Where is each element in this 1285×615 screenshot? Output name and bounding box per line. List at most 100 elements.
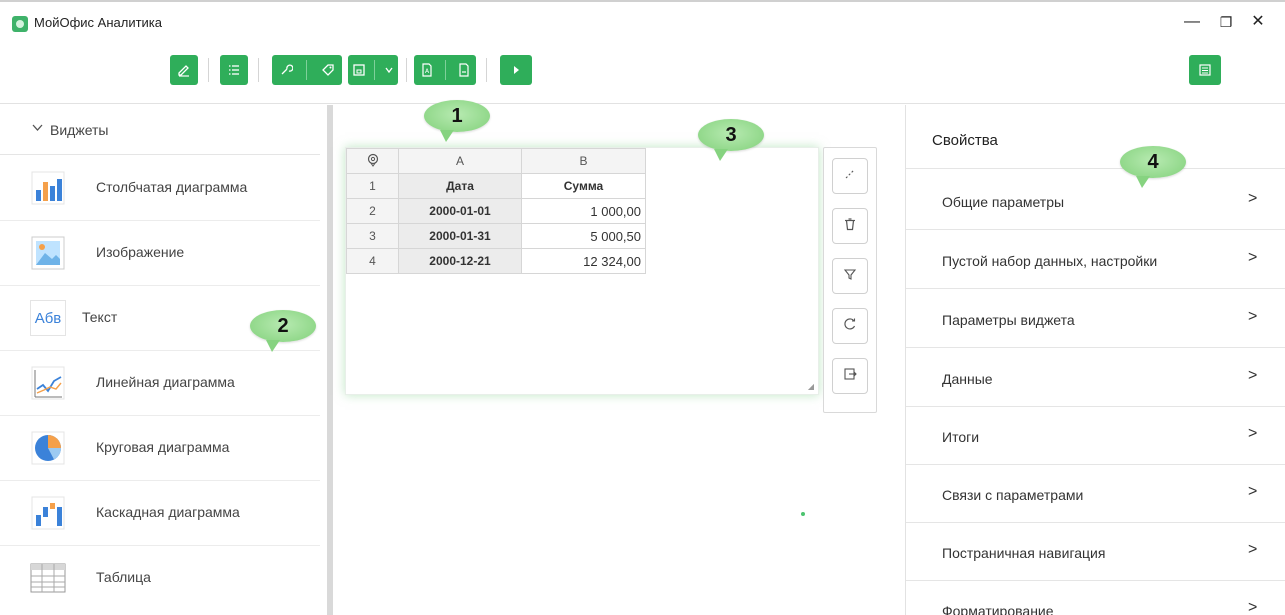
widgets-header-label: Виджеты [50, 122, 109, 138]
image-icon [30, 235, 66, 271]
play-icon [511, 65, 521, 75]
table-widget[interactable]: A B 1 Дата Сумма 2 2000-01-01 1 000,00 3… [345, 147, 819, 395]
canvas-marker [801, 512, 805, 516]
button-divider [444, 60, 446, 80]
settings-button[interactable] [272, 55, 342, 85]
list-button[interactable] [220, 55, 248, 85]
widget-item-line-chart[interactable]: Линейная диаграмма [0, 352, 320, 416]
edit-button[interactable] [170, 55, 198, 85]
svg-text:A: A [425, 68, 430, 75]
table-cell[interactable]: Дата [398, 173, 522, 199]
property-data[interactable]: Данные > [906, 349, 1285, 407]
table-column-header-row: A B [346, 148, 646, 174]
table-cell[interactable]: 2000-01-01 [398, 198, 522, 224]
widget-item-label: Изображение [96, 244, 185, 260]
widget-item-label: Столбчатая диаграмма [96, 179, 248, 195]
trash-icon [843, 217, 857, 235]
data-table: A B 1 Дата Сумма 2 2000-01-01 1 000,00 3… [346, 148, 646, 274]
table-cell[interactable]: 2000-01-31 [398, 223, 522, 249]
property-dataset-settings[interactable]: Пустой набор данных, настройки > [906, 231, 1285, 289]
row-number: 4 [346, 248, 399, 274]
table-cell[interactable]: 1 000,00 [521, 198, 646, 224]
column-header-a[interactable]: A [398, 148, 522, 174]
toolbar: A [0, 40, 1285, 104]
table-row: 1 Дата Сумма [346, 173, 646, 199]
chevron-down-icon[interactable] [32, 123, 43, 135]
toolbar-separator [258, 58, 259, 82]
save-button[interactable] [348, 55, 398, 85]
export-icon [843, 367, 857, 385]
property-label: Пустой набор данных, настройки [942, 253, 1158, 269]
widget-tools-panel [823, 147, 877, 413]
export-pdf-button[interactable]: A [414, 55, 476, 85]
filter-button[interactable] [832, 258, 868, 294]
pie-chart-icon [30, 430, 66, 466]
toolbar-separator [486, 58, 487, 82]
text-icon: Абв [30, 300, 66, 336]
widget-item-bar-chart[interactable]: Столбчатая диаграмма [0, 157, 320, 221]
properties-header-label: Свойства [932, 132, 998, 149]
waterfall-chart-icon [30, 495, 66, 531]
bar-chart-icon [30, 170, 66, 206]
widget-item-image[interactable]: Изображение [0, 222, 320, 286]
property-label: Форматирование [942, 603, 1054, 615]
refresh-button[interactable] [832, 308, 868, 344]
table-cell[interactable]: 5 000,50 [521, 223, 646, 249]
property-widget-params[interactable]: Параметры виджета > [906, 290, 1285, 348]
line-chart-icon [30, 365, 66, 401]
save-icon [352, 63, 366, 77]
property-label: Итоги [942, 429, 980, 445]
widget-item-waterfall-chart[interactable]: Каскадная диаграмма [0, 482, 320, 546]
table-cell[interactable]: Сумма [521, 173, 646, 199]
run-button[interactable] [500, 55, 532, 85]
table-corner[interactable] [346, 148, 399, 174]
widget-item-label: Таблица [96, 569, 151, 585]
callout-1: 1 [424, 100, 490, 142]
chevron-right-icon: > [1248, 190, 1258, 207]
tag-icon[interactable] [321, 63, 335, 77]
table-icon [30, 560, 66, 596]
refresh-icon [843, 317, 857, 335]
callout-2: 2 [250, 310, 316, 352]
file-export-icon[interactable] [457, 63, 471, 77]
table-cell[interactable]: 2000-12-21 [398, 248, 522, 274]
delete-button[interactable] [832, 208, 868, 244]
row-number: 3 [346, 223, 399, 249]
report-canvas[interactable]: A B 1 Дата Сумма 2 2000-01-01 1 000,00 3… [333, 105, 905, 615]
chevron-down-icon[interactable] [384, 65, 394, 75]
close-button[interactable]: ✕ [1238, 10, 1278, 36]
widget-item-label: Круговая диаграмма [96, 439, 230, 455]
column-header-b[interactable]: B [521, 148, 646, 174]
property-totals[interactable]: Итоги > [906, 407, 1285, 465]
app-window: МойОфис Аналитика — ❐ ✕ A 1 2 3 4 Виджет… [0, 0, 1285, 615]
property-label: Общие параметры [942, 194, 1065, 210]
pdf-file-icon: A [420, 63, 434, 77]
wrench-icon [279, 63, 293, 77]
property-label: Связи с параметрами [942, 487, 1084, 503]
widget-item-table[interactable]: Таблица [0, 547, 320, 611]
property-parameter-links[interactable]: Связи с параметрами > [906, 465, 1285, 523]
top-border [0, 0, 1285, 2]
property-formatting[interactable]: Форматирование > [906, 581, 1285, 615]
callout-3: 3 [698, 119, 764, 161]
expand-button[interactable] [832, 158, 868, 194]
toolbar-separator [406, 58, 407, 82]
callout-4: 4 [1120, 146, 1186, 188]
property-general[interactable]: Общие параметры > [906, 172, 1285, 230]
table-row: 4 2000-12-21 12 324,00 [346, 248, 646, 274]
row-number: 2 [346, 198, 399, 224]
resize-handle-icon[interactable]: ◢ [808, 382, 814, 391]
property-pagination[interactable]: Постраничная навигация > [906, 523, 1285, 581]
filter-icon [843, 267, 857, 285]
export-button[interactable] [832, 358, 868, 394]
panel-toggle-button[interactable] [1189, 55, 1221, 85]
widget-item-pie-chart[interactable]: Круговая диаграмма [0, 417, 320, 481]
chevron-right-icon: > [1248, 425, 1258, 442]
widget-item-label: Линейная диаграмма [96, 374, 235, 390]
table-cell[interactable]: 12 324,00 [521, 248, 646, 274]
chevron-right-icon: > [1248, 541, 1258, 558]
panel-icon [1198, 63, 1212, 77]
widget-item-label: Текст [82, 309, 118, 325]
widgets-header[interactable]: Виджеты [0, 105, 320, 155]
properties-header: Свойства [906, 105, 1285, 169]
